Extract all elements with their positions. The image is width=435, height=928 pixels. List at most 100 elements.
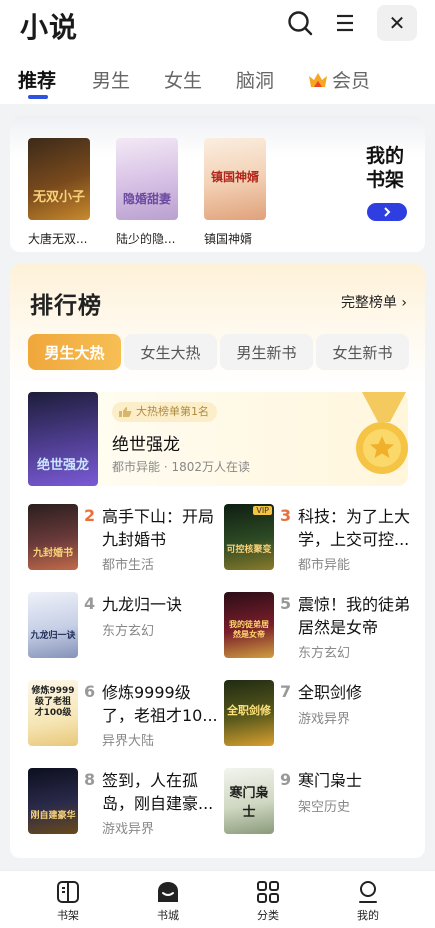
top-bar: 小说 ✕ (0, 0, 435, 52)
close-button[interactable]: ✕ (377, 5, 417, 41)
full-list-link[interactable]: 完整榜单 › (341, 292, 407, 312)
nav-label: 书架 (57, 909, 79, 922)
book-cover: 刚自建豪华 (28, 768, 78, 834)
book-category: 东方玄幻 (102, 624, 155, 639)
book-category: 异界大陆 (102, 734, 155, 749)
segment-female-new[interactable]: 女生新书 (316, 334, 409, 370)
book-category: 都市生活 (102, 558, 155, 573)
ranking-item[interactable]: 我的徒弟居然是女帝 5 震惊！我的徒弟居然是女帝 东方玄幻 (224, 592, 414, 662)
tab-female[interactable]: 女生 (164, 66, 202, 93)
ranking-item[interactable]: 全职剑修 7 全职剑修 游戏异界 (224, 680, 414, 750)
shelf-book-name: 陆少的隐... (116, 232, 176, 246)
bookstore-icon (158, 882, 178, 902)
book-cover: 九封婚书 (28, 504, 78, 570)
book-cover: 全职剑修 (224, 680, 274, 746)
search-icon[interactable] (285, 8, 315, 38)
bookshelf-icon (57, 881, 79, 903)
book-title: 九龙归一诀 (102, 595, 183, 614)
nav-label: 分类 (257, 909, 279, 922)
shelf-book[interactable]: 无双小子 大唐无双... (28, 138, 92, 247)
book-cover: 无双小子 (28, 138, 90, 220)
cover-text: 全职剑修 (227, 704, 271, 717)
book-title: 修炼9999级了，老祖才10... (102, 683, 218, 725)
book-title: 全职剑修 (298, 683, 363, 702)
book-cover: 寒门枭士 (224, 768, 274, 834)
book-category: 都市异能 (298, 558, 351, 573)
book-title: 寒门枭士 (298, 771, 363, 790)
cover-text: 九龙归一诀 (30, 631, 76, 641)
book-title: 绝世强龙 (112, 435, 180, 455)
book-title: 高手下山：开局九封婚书 (102, 507, 215, 549)
chevron-right-icon (384, 207, 391, 217)
rank-number: 5 (280, 594, 292, 613)
app-title: 小说 (20, 11, 79, 44)
shelf-book[interactable]: 镇国神婿 镇国神婿 (204, 138, 268, 247)
close-icon: ✕ (388, 11, 406, 35)
rank-number: 2 (84, 506, 96, 525)
nav-label: 书城 (157, 909, 179, 922)
nav-bookstore[interactable]: 书城 (138, 879, 198, 923)
ranking-item[interactable]: 刚自建豪华 8 签到，人在孤岛，刚自建豪... 游戏异界 (28, 768, 218, 838)
book-cover: VIP 可控核聚变 (224, 504, 274, 570)
category-icon (257, 881, 279, 903)
shelf-book-name: 大唐无双... (28, 232, 88, 246)
rank-number: 4 (84, 594, 96, 613)
shelf-book[interactable]: 隐婚甜妻 陆少的隐... (116, 138, 180, 247)
ranking-top1[interactable]: 绝世强龙 大热榜单第1名 绝世强龙 都市异能 · 1802万人在读 (28, 392, 408, 486)
my-shelf-button[interactable] (367, 203, 407, 221)
shelf-book-name: 镇国神婿 (204, 232, 253, 246)
cover-text: 刚自建豪华 (30, 811, 76, 821)
gold-medal-icon (356, 392, 408, 474)
nav-profile[interactable]: 我的 (338, 879, 398, 923)
nav-category[interactable]: 分类 (238, 879, 298, 923)
book-meta: 都市异能 · 1802万人在读 (112, 460, 250, 474)
rank-badge-text: 大热榜单第1名 (136, 405, 209, 418)
active-tab-indicator (28, 95, 48, 99)
ranking-item[interactable]: 九龙归一诀 4 九龙归一诀 东方玄幻 (28, 592, 218, 662)
book-title: 签到，人在孤岛，刚自建豪... (102, 771, 214, 813)
cover-text: 绝世强龙 (36, 458, 89, 473)
tab-vip-label: 会员 (332, 70, 371, 92)
book-cover: 九龙归一诀 (28, 592, 78, 658)
cover-text: 隐婚甜妻 (122, 192, 171, 206)
book-cover: 修炼9999级了老祖才100级 (28, 680, 78, 746)
rank-number: 3 (280, 506, 292, 525)
ranking-item[interactable]: 修炼9999级了老祖才100级 6 修炼9999级了，老祖才10... 异界大陆 (28, 680, 218, 750)
my-shelf-title[interactable]: 我的书架 (366, 144, 410, 192)
nav-label: 我的 (357, 909, 379, 922)
channel-tabs: 推荐 男生 女生 脑洞 会员 (0, 52, 435, 104)
ranking-item[interactable]: 寒门枭士 9 寒门枭士 架空历史 (224, 768, 414, 838)
menu-icon[interactable] (330, 8, 360, 38)
bookshelf-card: 无双小子 大唐无双... 隐婚甜妻 陆少的隐... 镇国神婿 镇国神婿 我的书架 (10, 116, 425, 252)
profile-icon (359, 881, 377, 903)
book-category: 游戏异界 (298, 712, 351, 727)
book-cover: 隐婚甜妻 (116, 138, 178, 220)
cover-text: 九封婚书 (33, 548, 73, 559)
tab-brainhole[interactable]: 脑洞 (236, 66, 274, 93)
book-cover: 绝世强龙 (28, 392, 98, 486)
segment-male-hot[interactable]: 男生大热 (28, 334, 121, 370)
cover-text: 镇国神婿 (210, 170, 259, 184)
bottom-navigation: 书架 书城 分类 我的 (0, 870, 435, 928)
cover-text: 修炼9999级了老祖才100级 (31, 686, 75, 718)
full-list-label: 完整榜单 (340, 295, 397, 311)
book-title: 震惊！我的徒弟居然是女帝 (298, 595, 411, 637)
tab-vip[interactable]: 会员 (308, 66, 370, 93)
chevron-right-icon: › (401, 295, 407, 311)
rank-number: 7 (280, 682, 292, 701)
ranking-item[interactable]: 九封婚书 2 高手下山：开局九封婚书 都市生活 (28, 504, 218, 574)
cover-text: 无双小子 (32, 190, 85, 205)
tab-male[interactable]: 男生 (92, 66, 130, 93)
book-category: 游戏异界 (102, 822, 155, 837)
cover-text: 寒门枭士 (229, 786, 269, 820)
segment-male-new[interactable]: 男生新书 (220, 334, 313, 370)
ranking-title: 排行榜 (30, 293, 102, 319)
thumbs-up-icon (119, 407, 132, 417)
tab-recommend[interactable]: 推荐 (18, 66, 56, 93)
ranking-item[interactable]: VIP 可控核聚变 3 科技：为了上大学，上交可控... 都市异能 (224, 504, 414, 574)
vip-badge: VIP (253, 506, 272, 515)
book-category: 东方玄幻 (298, 646, 351, 661)
nav-bookshelf[interactable]: 书架 (38, 879, 98, 923)
segment-female-hot[interactable]: 女生大热 (124, 334, 217, 370)
ranking-card: 排行榜 完整榜单 › 男生大热 女生大热 男生新书 女生新书 绝世强龙 大热榜单… (10, 264, 425, 858)
